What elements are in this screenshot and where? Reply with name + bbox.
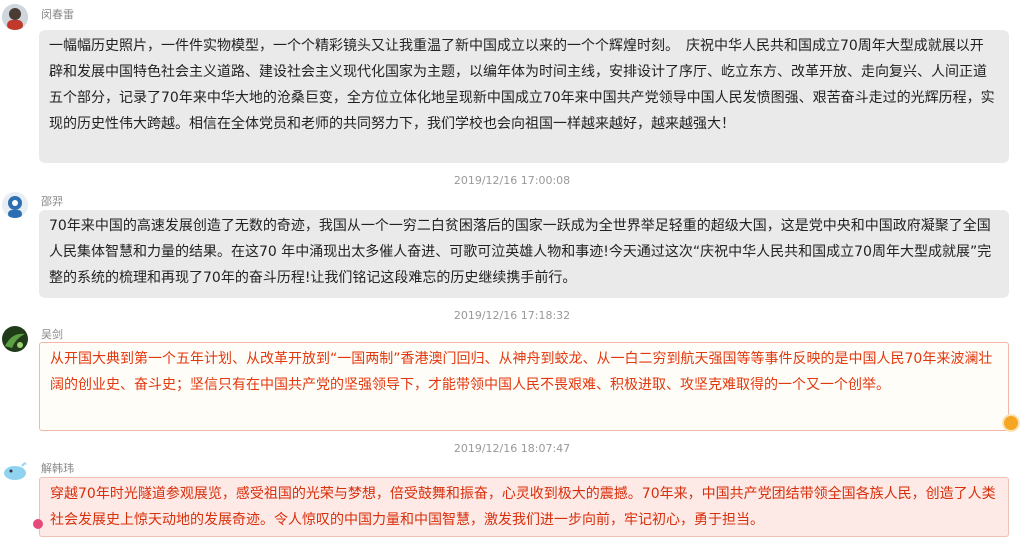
user-avatar-icon <box>2 457 28 483</box>
user-avatar-icon <box>2 326 28 352</box>
avatar[interactable] <box>2 326 28 352</box>
timestamp: 2019/12/16 18:07:47 <box>453 442 571 455</box>
sender-name: 闵春雷 <box>41 8 74 21</box>
avatar[interactable] <box>2 4 28 30</box>
avatar[interactable] <box>2 192 28 218</box>
user-avatar-icon <box>2 192 28 218</box>
sender-name: 邵羿 <box>41 195 63 208</box>
message-bubble: 一幅幅历史照片，一件件实物模型，一个个精彩镜头又让我重温了新中国成立以来的一个个… <box>39 30 1009 163</box>
timestamp: 2019/12/16 17:18:32 <box>453 309 571 322</box>
timestamp: 2019/12/16 17:00:08 <box>453 174 571 187</box>
emoji-sticker-icon <box>33 519 43 529</box>
avatar[interactable] <box>2 457 28 483</box>
sender-name: 解韩玮 <box>41 462 74 475</box>
message-bubble: 70年来中国的高速发展创造了无数的奇迹，我国从一个一穷二白贫困落后的国家一跃成为… <box>39 210 1009 298</box>
message-bubble: 穿越70年时光隧道参观展览，感受祖国的光荣与梦想，倍受鼓舞和振奋，心灵收到极大的… <box>39 477 1009 537</box>
message-bubble: 从开国大典到第一个五年计划、从改革开放到“一国两制”香港澳门回归、从神舟到蛟龙、… <box>39 342 1009 431</box>
sender-name: 吴剑 <box>41 328 63 341</box>
user-avatar-icon <box>2 4 28 30</box>
emoji-sticker-icon <box>1004 416 1018 430</box>
